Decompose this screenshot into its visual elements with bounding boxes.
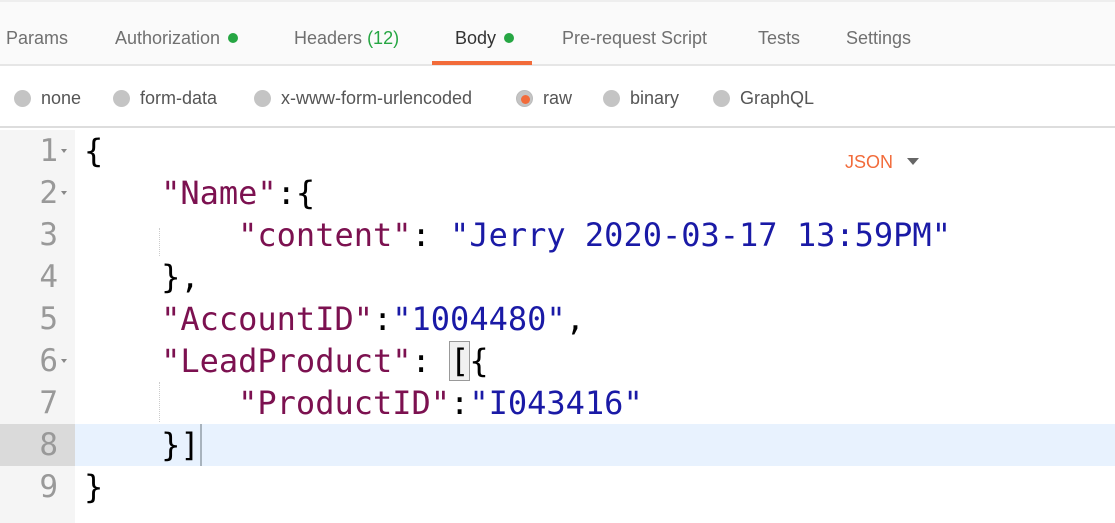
code-text: { bbox=[84, 130, 103, 172]
radio-icon bbox=[113, 90, 130, 107]
radio-none[interactable]: none bbox=[14, 88, 81, 109]
radio-binary[interactable]: binary bbox=[603, 88, 679, 109]
radio-label: GraphQL bbox=[740, 88, 815, 108]
tab-label: Pre-request Script bbox=[562, 28, 708, 48]
line-number: 8 bbox=[0, 424, 75, 466]
line-number: 5 bbox=[39, 301, 58, 337]
fold-arrow-icon[interactable] bbox=[61, 191, 67, 195]
headers-count: (12) bbox=[367, 28, 400, 48]
code-line[interactable]: 9} bbox=[0, 466, 1115, 508]
json-key: "LeadProduct" bbox=[161, 342, 412, 380]
radio-label: form-data bbox=[140, 88, 218, 108]
radio-raw[interactable]: raw bbox=[516, 88, 572, 109]
code-text: }] bbox=[84, 424, 202, 466]
line-number: 6 bbox=[39, 343, 58, 379]
code-line[interactable]: 2 "Name":{ bbox=[0, 172, 1115, 214]
tab-label: Settings bbox=[846, 28, 912, 48]
code-line[interactable]: 6 "LeadProduct": [{ bbox=[0, 340, 1115, 382]
line-number: 7 bbox=[39, 385, 58, 421]
json-punctuation bbox=[84, 300, 161, 338]
fold-arrow-icon[interactable] bbox=[61, 149, 67, 153]
line-number: 1 bbox=[39, 133, 58, 169]
json-punctuation: }] bbox=[84, 426, 200, 464]
code-text: "Name":{ bbox=[84, 172, 315, 214]
body-type-selector: none form-data x-www-form-urlencoded raw… bbox=[0, 66, 1115, 172]
code-text: } bbox=[84, 466, 103, 508]
json-key: "AccountID" bbox=[161, 300, 373, 338]
json-key: "ProductID" bbox=[238, 384, 451, 422]
tab-authorization[interactable]: Authorization bbox=[115, 28, 239, 49]
code-line[interactable]: 8 }] bbox=[0, 424, 1115, 466]
code-text: }, bbox=[84, 256, 200, 298]
code-text: "AccountID":"1004480", bbox=[84, 298, 585, 340]
json-punctuation: }, bbox=[84, 258, 200, 296]
radio-icon bbox=[603, 90, 620, 107]
code-line[interactable]: 3 "content": "Jerry 2020-03-17 13:59PM" bbox=[0, 214, 1115, 256]
matched-bracket: [ bbox=[449, 341, 471, 381]
json-punctuation: :{ bbox=[276, 174, 316, 212]
tab-label: Authorization bbox=[115, 28, 221, 48]
code-line[interactable]: 4 }, bbox=[0, 256, 1115, 298]
json-key: "Name" bbox=[161, 174, 277, 212]
json-punctuation: } bbox=[84, 468, 104, 506]
code-line[interactable]: 5 "AccountID":"1004480", bbox=[0, 298, 1115, 340]
radio-selected-icon bbox=[516, 90, 533, 107]
json-punctuation: { bbox=[469, 342, 489, 380]
tab-params[interactable]: Params bbox=[6, 28, 68, 49]
radio-x-www-form-urlencoded[interactable]: x-www-form-urlencoded bbox=[254, 88, 472, 109]
code-line[interactable]: 7 "ProductID":"I043416" bbox=[0, 382, 1115, 424]
json-punctuation: : bbox=[450, 384, 470, 422]
json-punctuation bbox=[84, 384, 238, 422]
tab-body[interactable]: Body bbox=[455, 28, 515, 49]
radio-form-data[interactable]: form-data bbox=[113, 88, 217, 109]
tab-label: Body bbox=[455, 28, 497, 48]
radio-icon bbox=[713, 90, 730, 107]
radio-icon bbox=[14, 90, 31, 107]
json-string: "I043416" bbox=[469, 384, 643, 422]
tab-tests[interactable]: Tests bbox=[758, 28, 800, 49]
request-tabs: Params Authorization Headers (12) Body P… bbox=[0, 0, 1115, 66]
radio-label: binary bbox=[630, 88, 680, 108]
json-punctuation: : bbox=[372, 300, 393, 338]
code-text: "LeadProduct": [{ bbox=[84, 340, 489, 382]
json-string: "1004480" bbox=[392, 300, 566, 338]
json-punctuation: , bbox=[565, 300, 585, 338]
line-number: 9 bbox=[39, 469, 58, 505]
json-punctuation: { bbox=[84, 132, 104, 170]
json-punctuation bbox=[84, 174, 161, 212]
radio-label: x-www-form-urlencoded bbox=[281, 88, 473, 108]
tab-headers[interactable]: Headers (12) bbox=[294, 28, 399, 49]
radio-label: raw bbox=[543, 88, 573, 108]
active-tab-indicator bbox=[432, 61, 532, 65]
json-key: "content" bbox=[238, 216, 412, 254]
line-number: 4 bbox=[39, 259, 58, 295]
json-punctuation bbox=[84, 216, 238, 254]
tab-label: Params bbox=[6, 28, 69, 48]
code-editor[interactable]: 1{2 "Name":{3 "content": "Jerry 2020-03-… bbox=[0, 130, 1115, 523]
code-line[interactable]: 1{ bbox=[0, 130, 1115, 172]
line-number: 2 bbox=[39, 175, 58, 211]
tab-settings[interactable]: Settings bbox=[846, 28, 911, 49]
json-punctuation bbox=[84, 342, 161, 380]
json-punctuation: : bbox=[411, 216, 451, 254]
code-text: "ProductID":"I043416" bbox=[84, 382, 643, 424]
text-cursor bbox=[199, 424, 202, 466]
code-text: "content": "Jerry 2020-03-17 13:59PM" bbox=[84, 214, 951, 256]
json-string: "Jerry 2020-03-17 13:59PM" bbox=[450, 216, 951, 254]
tab-label: Headers bbox=[294, 28, 363, 48]
json-punctuation: : bbox=[411, 342, 451, 380]
radio-label: none bbox=[41, 88, 82, 108]
radio-graphql[interactable]: GraphQL bbox=[713, 88, 814, 109]
line-number: 3 bbox=[39, 217, 58, 253]
tab-label: Tests bbox=[758, 28, 801, 48]
tab-pre-request-script[interactable]: Pre-request Script bbox=[562, 28, 707, 49]
status-dot-icon bbox=[504, 33, 515, 43]
status-dot-icon bbox=[228, 33, 239, 43]
radio-icon bbox=[254, 90, 271, 107]
fold-arrow-icon[interactable] bbox=[61, 359, 67, 363]
